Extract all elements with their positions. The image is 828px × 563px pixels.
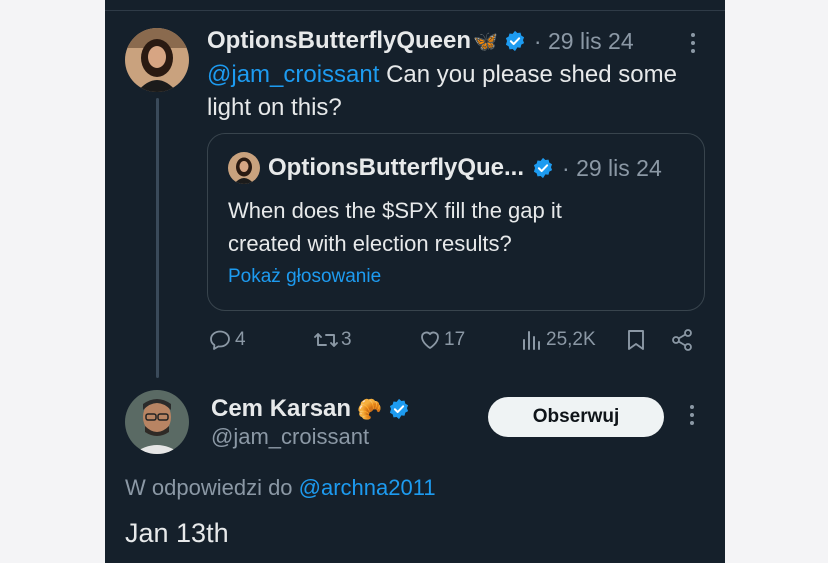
quoted-author-name: OptionsButterflyQue... xyxy=(268,154,525,181)
author-avatar[interactable] xyxy=(125,28,189,92)
avatar-photo-icon xyxy=(125,390,189,454)
verified-badge-icon xyxy=(532,157,554,179)
avatar-photo-icon xyxy=(125,28,189,92)
tweet-text-line1: @jam_croissant Can you please shed some xyxy=(207,58,677,91)
avatar-photo-icon xyxy=(228,152,260,184)
reply-author-name[interactable]: Cem Karsan xyxy=(211,395,351,423)
tweet-header: OptionsButterflyQueen 🦋 · 29 lis 24 xyxy=(207,26,634,56)
quoted-tweet-card[interactable]: OptionsButterflyQue... · 29 lis 24 When … xyxy=(207,133,705,311)
quoted-author-avatar xyxy=(228,152,260,184)
reply-text: Jan 13th xyxy=(125,518,229,548)
reply-author-handle[interactable]: @jam_croissant xyxy=(211,424,369,450)
replying-to-prefix: W odpowiedzi do xyxy=(125,475,299,500)
tweet-date[interactable]: · 29 lis 24 xyxy=(534,28,634,55)
mention-link[interactable]: @jam_croissant xyxy=(207,61,379,88)
replying-to: W odpowiedzi do @archna2011 xyxy=(125,475,436,501)
butterfly-emoji: 🦋 xyxy=(473,30,498,53)
share-button[interactable] xyxy=(670,328,694,357)
reply-count: 4 xyxy=(235,329,246,350)
verified-badge-icon xyxy=(388,398,410,420)
views-count: 25,2K xyxy=(546,329,596,350)
quoted-header: OptionsButterflyQue... · 29 lis 24 xyxy=(268,153,662,183)
like-count: 17 xyxy=(444,329,466,350)
bookmark-button[interactable] xyxy=(625,328,647,357)
quoted-text-line1: When does the $SPX fill the gap it xyxy=(228,198,562,223)
like-button[interactable]: 17 xyxy=(418,328,465,352)
share-icon xyxy=(672,329,692,351)
right-margin xyxy=(725,0,828,563)
heart-icon xyxy=(421,331,439,349)
left-margin xyxy=(0,0,105,563)
more-options-icon[interactable] xyxy=(690,33,696,57)
replying-to-handle[interactable]: @archna2011 xyxy=(299,475,436,500)
divider xyxy=(105,10,725,11)
show-poll-link[interactable]: Pokaż głosowanie xyxy=(228,266,381,288)
reply-button[interactable]: 4 xyxy=(208,328,246,352)
reply-author-avatar[interactable] xyxy=(125,390,189,454)
reply-author-header: Cem Karsan 🥐 xyxy=(211,394,410,424)
croissant-emoji: 🥐 xyxy=(357,398,382,421)
thread-connector xyxy=(156,98,159,378)
retweet-icon xyxy=(314,333,338,347)
bookmark-icon xyxy=(628,330,644,350)
verified-badge-icon xyxy=(504,30,526,52)
retweet-count: 3 xyxy=(341,329,352,350)
views-button[interactable]: 25,2K xyxy=(520,328,596,352)
tweet-text-line2: light on this? xyxy=(207,94,342,121)
retweet-button[interactable]: 3 xyxy=(313,328,352,352)
tweet-text: Can you please shed some xyxy=(379,61,677,88)
quoted-text-line2: created with election results? xyxy=(228,231,512,256)
analytics-icon xyxy=(523,331,540,350)
more-options-icon[interactable] xyxy=(689,405,695,429)
quoted-date: · 29 lis 24 xyxy=(562,154,662,181)
reply-icon xyxy=(210,330,230,350)
follow-button[interactable]: Obserwuj xyxy=(488,397,664,437)
author-name[interactable]: OptionsButterflyQueen xyxy=(207,27,471,55)
tweet-thread-panel: OptionsButterflyQueen 🦋 · 29 lis 24 @jam… xyxy=(105,0,725,563)
